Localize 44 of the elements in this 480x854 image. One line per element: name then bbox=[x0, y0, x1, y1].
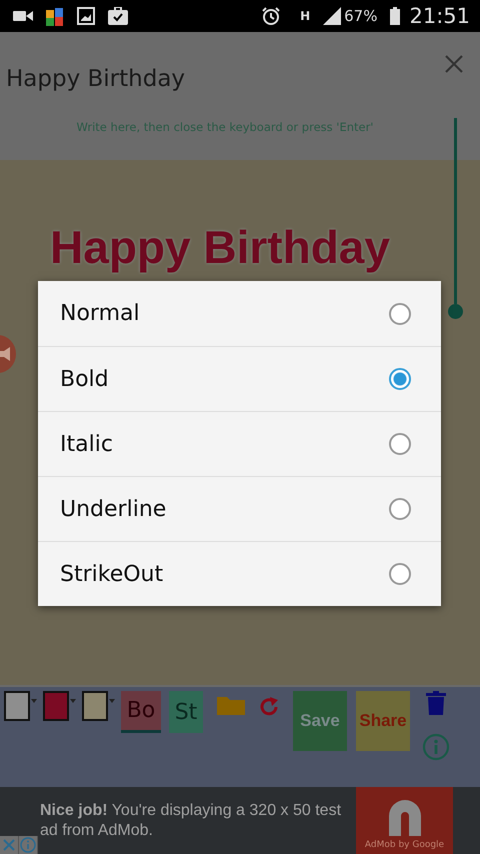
signal-icon bbox=[323, 7, 342, 25]
caret-icon bbox=[70, 699, 76, 703]
dialog-option[interactable]: StrikeOut bbox=[38, 541, 441, 606]
clock: 21:51 bbox=[409, 4, 470, 28]
dialog-option[interactable]: Bold bbox=[38, 346, 441, 411]
video-camera-icon bbox=[13, 9, 33, 23]
trash-icon[interactable] bbox=[426, 691, 446, 715]
caret-icon bbox=[109, 699, 115, 703]
network-type: H bbox=[300, 9, 310, 23]
close-icon[interactable] bbox=[444, 54, 464, 74]
info-icon[interactable] bbox=[19, 836, 38, 854]
option-label: Bold bbox=[60, 366, 109, 392]
folder-icon[interactable] bbox=[217, 695, 245, 715]
size-slider[interactable] bbox=[454, 118, 457, 304]
battery-level: 67% bbox=[344, 7, 378, 25]
color-swatch[interactable] bbox=[82, 691, 108, 721]
canvas-text: Happy Birthday bbox=[49, 222, 391, 273]
color-swatch[interactable] bbox=[4, 691, 30, 721]
ad-banner[interactable]: Nice job! You're displaying a 320 x 50 test ad from AdMob. AdMob by Google bbox=[0, 787, 480, 854]
alarm-clock-icon bbox=[261, 6, 282, 26]
dialog-option[interactable]: Normal bbox=[38, 281, 441, 346]
ad-text: Nice job! You're displaying a 320 x 50 test ad from AdMob. bbox=[40, 800, 342, 840]
caret-icon bbox=[31, 699, 37, 703]
app-icon bbox=[46, 6, 64, 26]
radio-button[interactable] bbox=[389, 498, 411, 520]
ad-logo[interactable]: AdMob by Google bbox=[356, 787, 453, 854]
editor-title: Happy Birthday bbox=[6, 66, 186, 92]
dialog-option[interactable]: Italic bbox=[38, 411, 441, 476]
option-label: Normal bbox=[60, 301, 140, 326]
radio-button[interactable] bbox=[389, 563, 411, 585]
color-swatch[interactable] bbox=[43, 691, 69, 721]
radio-button[interactable] bbox=[389, 368, 411, 390]
hint-text: Write here, then close the keyboard or press 'Enter' bbox=[76, 120, 374, 134]
option-label: Italic bbox=[60, 432, 113, 456]
dialog-option[interactable]: Underline bbox=[38, 476, 441, 541]
radio-button[interactable] bbox=[389, 302, 411, 324]
ad-caption: AdMob by Google bbox=[364, 840, 444, 850]
image-icon bbox=[77, 7, 95, 25]
option-label: Underline bbox=[60, 496, 166, 522]
radio-button[interactable] bbox=[389, 433, 411, 455]
clipboard-check-icon bbox=[108, 7, 128, 25]
option-label: StrikeOut bbox=[60, 562, 164, 586]
battery-icon bbox=[390, 7, 400, 25]
speaker-icon bbox=[0, 347, 12, 361]
